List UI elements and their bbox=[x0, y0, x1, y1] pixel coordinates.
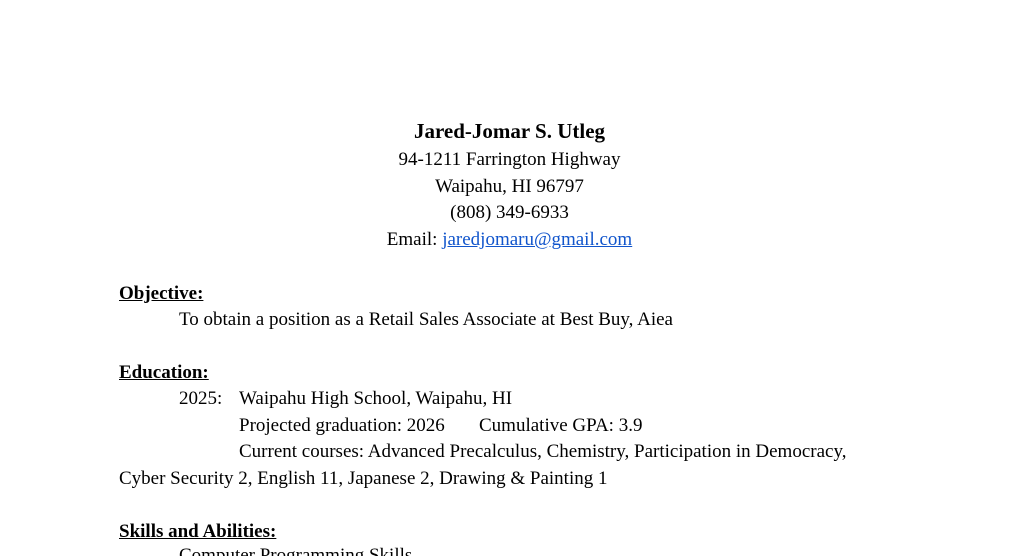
cumulative-gpa: Cumulative GPA: 3.9 bbox=[479, 415, 643, 436]
objective-text: To obtain a position as a Retail Sales A… bbox=[179, 309, 673, 330]
school-name: Waipahu High School, Waipahu, HI bbox=[239, 388, 513, 409]
courses-line-2: Cyber Security 2, English 11, Japanese 2… bbox=[119, 468, 608, 489]
education-heading: Education: bbox=[119, 362, 209, 383]
email-link[interactable]: jaredjomaru@gmail.com bbox=[442, 229, 632, 250]
resume-document: Jared-Jomar S. Utleg 94-1211 Farrington … bbox=[0, 0, 1019, 556]
email-line: Email: jaredjomaru@gmail.com bbox=[0, 230, 1019, 249]
phone-number: (808) 349-6933 bbox=[450, 202, 569, 223]
address-line-2: Waipahu, HI 96797 bbox=[435, 176, 584, 197]
applicant-name: Jared-Jomar S. Utleg bbox=[413, 119, 606, 143]
education-year: 2025: bbox=[179, 388, 223, 409]
projected-graduation: Projected graduation: 2026 bbox=[239, 415, 445, 436]
skills-heading: Skills and Abilities: bbox=[119, 521, 277, 542]
address-line-1: 94-1211 Farrington Highway bbox=[398, 149, 621, 170]
courses-line-1: Current courses: Advanced Precalculus, C… bbox=[239, 441, 847, 462]
email-label: Email: bbox=[386, 229, 443, 250]
objective-heading: Objective: bbox=[119, 283, 204, 304]
skills-item: Computer Programming Skills bbox=[179, 545, 413, 556]
